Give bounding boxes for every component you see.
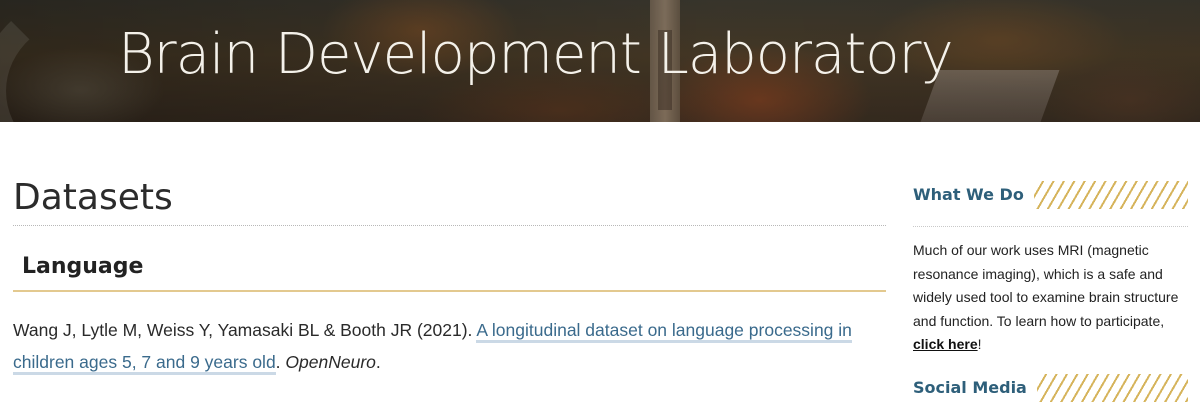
participate-link[interactable]: click here bbox=[913, 336, 978, 352]
citation-authors: Wang J, Lytle M, Weiss Y, Yamasaki BL & … bbox=[13, 320, 477, 340]
main-content: Datasets Language Wang J, Lytle M, Weiss… bbox=[13, 175, 886, 378]
widget-title-social-media: Social Media bbox=[913, 373, 1188, 403]
header-banner: Brain Development Laboratory bbox=[0, 0, 1200, 122]
hatch-decoration bbox=[1033, 181, 1188, 209]
section-heading-language: Language bbox=[13, 250, 886, 292]
page-title: Datasets bbox=[13, 175, 886, 226]
dataset-citation: Wang J, Lytle M, Weiss Y, Yamasaki BL & … bbox=[13, 314, 886, 378]
hatch-decoration bbox=[1036, 373, 1188, 402]
what-we-do-text: Much of our work uses MRI (magnetic reso… bbox=[913, 226, 1188, 357]
citation-source: OpenNeuro bbox=[285, 352, 376, 372]
site-title[interactable]: Brain Development Laboratory bbox=[118, 20, 954, 90]
widget-title-what-we-do: What We Do bbox=[913, 180, 1188, 210]
sidebar: What We Do Much of our work uses MRI (ma… bbox=[913, 180, 1188, 403]
